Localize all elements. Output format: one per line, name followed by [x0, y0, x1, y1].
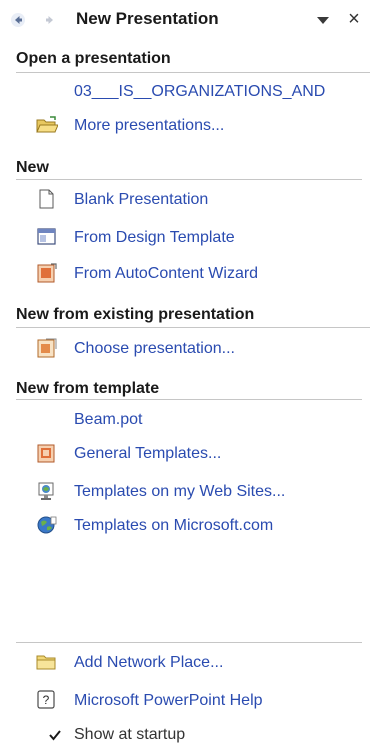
web-sites-icon: [38, 482, 54, 500]
autocontent-wizard-icon: [37, 263, 57, 283]
network-folder-icon: [36, 655, 56, 670]
general-templates-icon: [37, 444, 55, 463]
from-autocontent-wizard-link[interactable]: From AutoContent Wizard: [74, 265, 258, 283]
open-folder-icon: [36, 116, 58, 133]
section-divider: [16, 72, 370, 73]
section-heading-new: New: [16, 159, 49, 176]
show-at-startup-label: Show at startup: [74, 726, 186, 743]
section-heading-open: Open a presentation: [16, 50, 171, 67]
task-pane-header: New Presentation ×: [0, 0, 372, 40]
forward-arrow-icon[interactable]: [42, 12, 58, 28]
help-icon: ?: [37, 690, 55, 709]
from-design-template-link[interactable]: From Design Template: [74, 229, 235, 247]
section-heading-template: New from template: [16, 380, 160, 397]
existing-presentation-icon: [37, 338, 57, 358]
add-network-place-link[interactable]: Add Network Place...: [74, 654, 223, 672]
globe-icon: [37, 516, 57, 534]
more-presentations-link[interactable]: More presentations...: [74, 117, 224, 135]
powerpoint-help-link[interactable]: Microsoft PowerPoint Help: [74, 692, 263, 710]
dropdown-triangle-icon[interactable]: [314, 12, 332, 28]
close-icon[interactable]: ×: [344, 9, 364, 29]
section-heading-existing: New from existing presentation: [16, 306, 255, 323]
section-divider: [16, 179, 362, 180]
design-template-icon: [37, 228, 56, 245]
blank-presentation-link[interactable]: Blank Presentation: [74, 191, 208, 209]
templates-on-microsoft-link[interactable]: Templates on Microsoft.com: [74, 517, 273, 535]
task-pane: New Presentation × Open a presentation 0…: [0, 0, 372, 747]
show-at-startup-row[interactable]: Show at startup: [48, 725, 185, 745]
choose-presentation-link[interactable]: Choose presentation...: [74, 340, 235, 358]
section-divider: [16, 399, 362, 400]
templates-on-web-sites-link[interactable]: Templates on my Web Sites...: [74, 483, 285, 501]
blank-page-icon: [39, 189, 54, 209]
recent-template-link[interactable]: Beam.pot: [74, 411, 142, 429]
general-templates-link[interactable]: General Templates...: [74, 445, 221, 463]
section-divider: [16, 327, 370, 328]
checkbox-icon[interactable]: [48, 728, 62, 742]
task-pane-title: New Presentation: [76, 9, 219, 28]
svg-text:?: ?: [43, 693, 50, 707]
footer-divider: [16, 642, 362, 643]
back-arrow-icon[interactable]: [10, 12, 26, 28]
recent-presentation-link[interactable]: 03___IS__ORGANIZATIONS_AND: [74, 83, 325, 101]
